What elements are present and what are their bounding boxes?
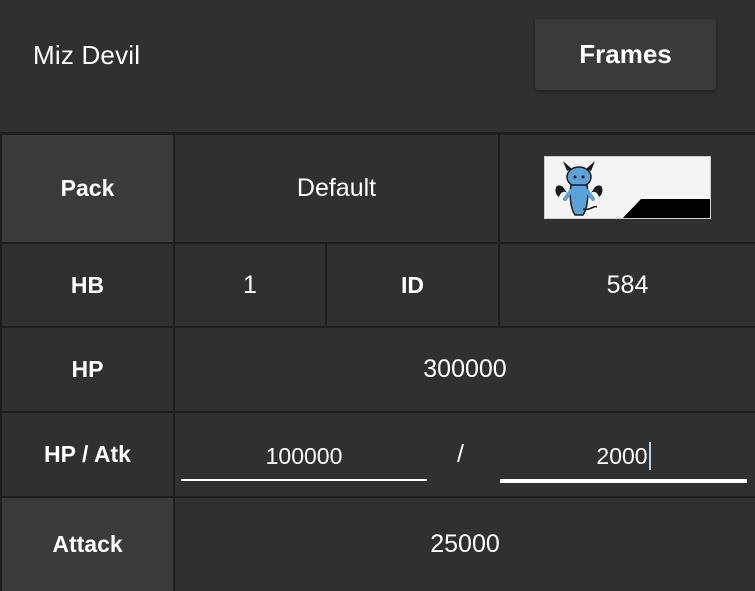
atk-ratio-underline — [500, 479, 747, 483]
hb-label: HB — [2, 244, 173, 326]
attack-value: 25000 — [175, 498, 755, 591]
id-label: ID — [327, 244, 498, 326]
hp-ratio-underline — [181, 479, 427, 481]
hp-label: HP — [2, 328, 173, 411]
page-title: Miz Devil — [33, 40, 141, 70]
hp-atk-label: HP / Atk — [2, 413, 173, 496]
header-bar: Miz Devil Frames — [0, 0, 755, 132]
hp-value[interactable]: 300000 — [175, 328, 755, 411]
atk-ratio-value: 2000 — [596, 442, 648, 469]
attack-button[interactable]: Attack — [2, 498, 173, 591]
hp-ratio-input[interactable]: 100000 — [181, 436, 427, 476]
miz-devil-sprite-icon — [544, 156, 711, 219]
hb-value[interactable]: 1 — [175, 244, 325, 326]
ratio-separator: / — [457, 440, 464, 468]
pack-value[interactable]: Default — [175, 135, 498, 242]
pack-button[interactable]: Pack — [2, 135, 173, 242]
frames-button[interactable]: Frames — [535, 19, 716, 90]
atk-ratio-input[interactable]: 2000 — [500, 436, 747, 476]
id-value: 584 — [500, 244, 755, 326]
text-caret — [648, 442, 651, 470]
